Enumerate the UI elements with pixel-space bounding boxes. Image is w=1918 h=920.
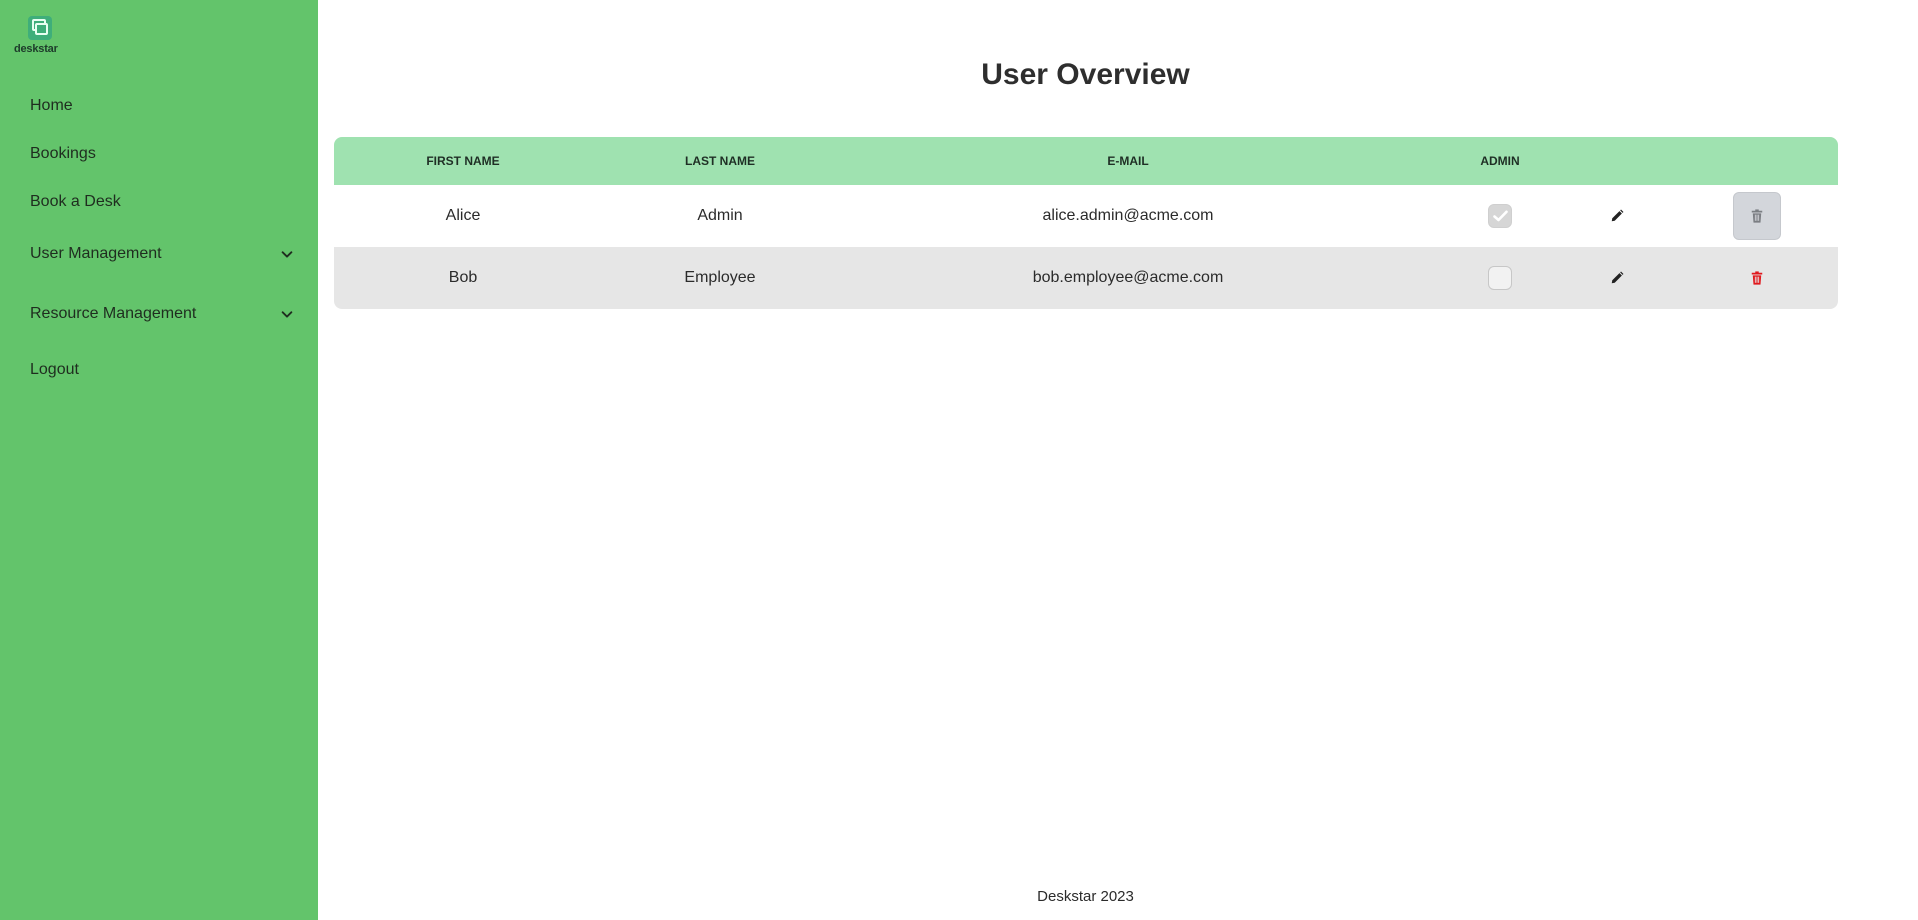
page-title: User Overview	[981, 58, 1190, 91]
pencil-icon	[1611, 271, 1624, 284]
logo-mark-icon	[28, 16, 52, 40]
column-header-first-name: FIRST NAME	[426, 154, 500, 168]
admin-checkbox[interactable]	[1488, 204, 1512, 228]
sidebar-item-logout[interactable]: Logout	[30, 354, 295, 386]
sidebar-item-label: Logout	[30, 361, 79, 378]
sidebar-item-label: Resource Management	[30, 305, 197, 322]
pencil-icon	[1611, 209, 1624, 222]
user-table: FIRST NAME LAST NAME E-MAIL ADMIN Alice …	[334, 137, 1838, 309]
sidebar-item-label: User Management	[30, 245, 162, 262]
table-row: Alice Admin alice.admin@acme.com	[334, 185, 1838, 247]
sidebar-item-bookings[interactable]: Bookings	[30, 138, 295, 170]
sidebar-item-user-management[interactable]: User Management	[30, 238, 295, 270]
column-header-email: E-MAIL	[1107, 154, 1149, 168]
admin-checkbox[interactable]	[1488, 266, 1512, 290]
chevron-down-icon[interactable]	[279, 246, 295, 262]
edit-user-button[interactable]	[1605, 204, 1629, 228]
column-header-admin: ADMIN	[1480, 154, 1520, 168]
column-header-last-name: LAST NAME	[685, 154, 755, 168]
sidebar: deskstar Home Bookings Book a Desk User …	[0, 0, 318, 920]
sidebar-item-label: Home	[30, 97, 73, 114]
logo-text: deskstar	[14, 43, 58, 55]
cell-email: bob.employee@acme.com	[1032, 269, 1224, 286]
cell-last-name: Admin	[697, 207, 743, 224]
table-row: Bob Employee bob.employee@acme.com	[334, 247, 1838, 309]
trash-icon	[1751, 209, 1763, 223]
chevron-down-icon[interactable]	[279, 306, 295, 322]
sidebar-item-home[interactable]: Home	[30, 90, 295, 122]
sidebar-item-label: Bookings	[30, 145, 96, 162]
sidebar-item-label: Book a Desk	[30, 193, 121, 210]
delete-user-button[interactable]	[1733, 254, 1781, 302]
app-logo[interactable]: deskstar	[14, 16, 66, 58]
sidebar-item-resource-management[interactable]: Resource Management	[30, 298, 295, 330]
check-icon	[1493, 210, 1508, 222]
main-content: User Overview FIRST NAME LAST NAME E-MAI…	[318, 0, 1918, 920]
footer: Deskstar 2023	[1037, 888, 1134, 905]
cell-first-name: Alice	[445, 207, 481, 224]
trash-icon	[1751, 271, 1763, 285]
cell-first-name: Bob	[448, 269, 478, 286]
table-header: FIRST NAME LAST NAME E-MAIL ADMIN	[334, 137, 1838, 185]
delete-user-button[interactable]	[1733, 192, 1781, 240]
cell-last-name: Employee	[684, 269, 756, 286]
edit-user-button[interactable]	[1605, 266, 1629, 290]
cell-email: alice.admin@acme.com	[1042, 207, 1214, 224]
sidebar-item-book-a-desk[interactable]: Book a Desk	[30, 186, 295, 218]
